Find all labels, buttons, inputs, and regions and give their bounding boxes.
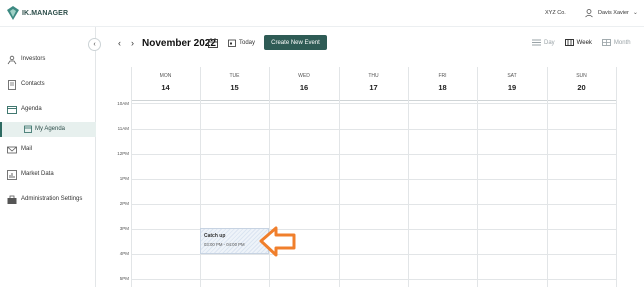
mail-icon <box>7 146 17 154</box>
sidebar-item-agenda[interactable]: Agenda <box>0 102 96 118</box>
day-name: THU <box>368 73 379 79</box>
day-number: 15 <box>230 83 239 92</box>
day-header-sat[interactable]: SAT 19 <box>477 67 547 101</box>
today-button[interactable]: Today <box>228 36 255 50</box>
today-label: Today <box>239 40 256 46</box>
sidebar-item-label: Contacts <box>21 81 45 87</box>
hour-divider <box>131 254 616 255</box>
day-name: TUE <box>229 73 240 79</box>
day-view-button[interactable]: Day <box>532 39 555 46</box>
contacts-icon <box>8 80 16 90</box>
time-label: 2PM <box>119 201 129 206</box>
time-label: 10AM <box>117 101 129 106</box>
day-header-fri[interactable]: FRI 18 <box>408 67 477 101</box>
day-header-thu[interactable]: THU 17 <box>339 67 408 101</box>
sidebar-item-investors[interactable]: Investors <box>0 52 96 68</box>
main-content: ‹ › November 2022 Today Create New Event… <box>96 27 644 287</box>
collapse-sidebar-button[interactable]: ‹ <box>88 38 101 51</box>
sidebar-item-label: Market Data <box>21 171 54 177</box>
chevron-left-icon: ‹ <box>118 38 121 48</box>
chevron-right-icon: › <box>131 38 134 48</box>
user-avatar-icon <box>583 7 594 18</box>
header-divider <box>131 100 616 101</box>
sidebar-item-my-agenda[interactable]: My Agenda <box>0 122 96 137</box>
hour-divider <box>131 179 616 180</box>
time-label: 5PM <box>119 276 129 281</box>
day-number: 19 <box>507 83 517 92</box>
investors-icon <box>7 55 17 65</box>
month-grid-icon <box>601 39 611 46</box>
day-view-label: Day <box>544 39 555 46</box>
calendar-toolbar: ‹ › November 2022 Today Create New Event… <box>96 27 644 63</box>
day-header-mon[interactable]: MON 14 <box>131 67 200 101</box>
list-icon <box>532 39 541 46</box>
event-title: Catch up <box>204 233 226 239</box>
event-time: 03:00 PM - 04:00 PM <box>204 242 245 247</box>
logo-icon <box>7 6 19 20</box>
logo-text: IK.MANAGER <box>22 9 69 17</box>
day-number: 17 <box>369 83 378 92</box>
agenda-icon <box>7 106 17 114</box>
chart-icon <box>7 170 17 180</box>
hour-divider <box>131 204 616 205</box>
next-week-button[interactable]: › <box>131 38 134 48</box>
day-name: FRI <box>438 73 447 79</box>
calendar-icon <box>24 125 32 133</box>
user-menu[interactable]: Davis Xavier ⌄ <box>583 7 638 18</box>
sidebar-item-administration-settings[interactable]: Administration Settings <box>0 192 96 208</box>
hour-divider <box>131 279 616 280</box>
day-name: WED <box>298 73 310 79</box>
day-number: 18 <box>438 83 447 92</box>
time-label: 4PM <box>119 251 129 256</box>
time-label: 12PM <box>117 151 129 156</box>
app-logo[interactable]: IK.MANAGER <box>7 6 68 20</box>
day-name: MON <box>159 73 172 79</box>
column-divider <box>616 67 617 287</box>
month-title: November 2022 <box>142 38 216 49</box>
hour-divider <box>131 129 616 130</box>
sidebar-item-label: Investors <box>21 56 46 62</box>
hour-divider <box>131 103 616 104</box>
sidebar-item-label: Administration Settings <box>21 196 83 202</box>
sidebar-item-label: Agenda <box>21 106 42 112</box>
view-switcher: Day Week Month <box>526 39 631 46</box>
week-grid: MON 14 TUE 15 WED 16 THU 17 FRI 18 SAT 1… <box>96 67 644 287</box>
today-icon <box>228 39 236 47</box>
chevron-left-icon: ‹ <box>93 41 96 48</box>
sidebar-item-label: My Agenda <box>35 126 66 132</box>
day-number: 14 <box>161 83 170 92</box>
user-name: Davis Xavier <box>598 9 629 16</box>
time-label: 1PM <box>119 176 129 181</box>
day-header-sun[interactable]: SUN 20 <box>547 67 616 101</box>
time-label: 3PM <box>119 226 129 231</box>
arrow-pointer-icon <box>259 226 296 257</box>
briefcase-icon <box>7 195 17 204</box>
organization-name[interactable]: XYZ Co. <box>545 10 566 16</box>
month-view-label: Month <box>613 39 631 46</box>
chevron-down-icon: ⌄ <box>632 10 638 16</box>
sidebar-item-market-data[interactable]: Market Data <box>0 167 96 183</box>
sidebar-item-mail[interactable]: Mail <box>0 142 96 158</box>
day-number: 20 <box>577 83 586 92</box>
previous-week-button[interactable]: ‹ <box>118 38 121 48</box>
create-new-event-button[interactable]: Create New Event <box>264 35 327 50</box>
top-bar: IK.MANAGER XYZ Co. Davis Xavier ⌄ <box>0 0 644 27</box>
day-number: 16 <box>299 83 309 92</box>
sidebar: Investors Contacts Agenda My Agenda Mail… <box>0 27 96 287</box>
day-header-wed[interactable]: WED 16 <box>269 67 339 101</box>
hour-divider <box>131 154 616 155</box>
time-label: 11AM <box>117 126 129 131</box>
day-name: SUN <box>576 73 587 79</box>
day-header-tue[interactable]: TUE 15 <box>200 67 269 101</box>
day-name: SAT <box>507 73 517 79</box>
week-grid-icon <box>564 39 574 46</box>
month-view-button[interactable]: Month <box>601 39 631 46</box>
sidebar-item-contacts[interactable]: Contacts <box>0 77 96 93</box>
week-view-button[interactable]: Week <box>564 39 592 46</box>
date-picker-icon[interactable] <box>208 38 218 48</box>
week-view-label: Week <box>576 39 592 46</box>
sidebar-item-label: Mail <box>21 146 33 152</box>
